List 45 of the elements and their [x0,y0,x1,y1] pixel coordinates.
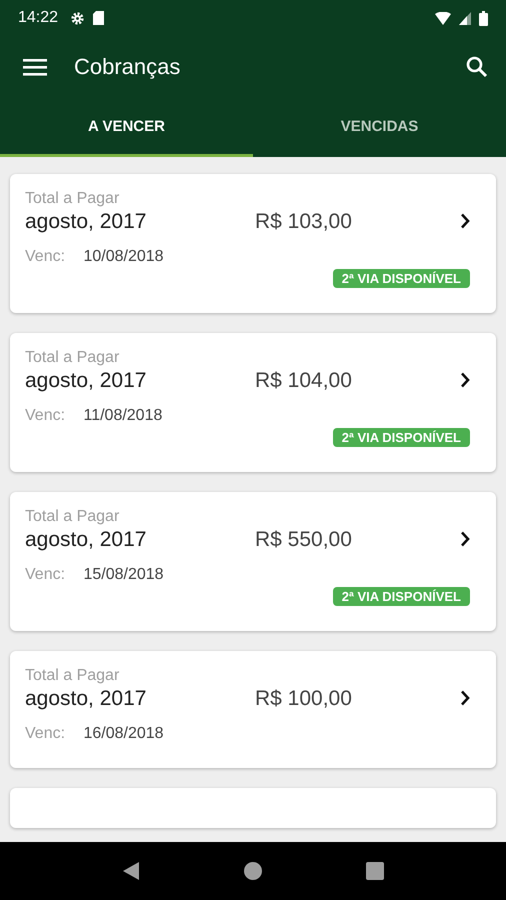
bill-card[interactable]: Total a Pagar agosto, 2017 R$ 100,00 Venc: 16/08/2018 [10,651,496,768]
chevron-right-icon [460,213,470,229]
due-date: 15/08/2018 [83,566,164,583]
chevron-right-icon [460,690,470,706]
bill-card[interactable]: Total a Pagar agosto, 2017 R$ 103,00 Venc: 10/08/2018 2ª VIA DISPONÍVEL [10,174,496,313]
gear-icon [70,10,86,26]
amount-text: R$ 103,00 [255,210,352,234]
amount-text: R$ 104,00 [255,369,352,393]
back-icon[interactable] [121,861,141,881]
search-icon[interactable] [466,56,488,78]
recents-icon[interactable] [365,861,385,881]
signal-icon [459,12,471,24]
due-label: Venc: [25,248,66,265]
due-label: Venc: [25,725,66,742]
bill-card[interactable]: Total a Pagar agosto, 2017 R$ 104,00 Venc: 11/08/2018 2ª VIA DISPONÍVEL [10,333,496,472]
home-icon[interactable] [243,861,263,881]
amount-text: R$ 100,00 [255,687,352,711]
total-label: Total a Pagar [25,190,120,208]
status-badge: 2ª VIA DISPONÍVEL [332,587,470,606]
total-label: Total a Pagar [25,349,120,367]
period-text: agosto, 2017 [25,369,148,393]
total-label: Total a Pagar [25,667,120,685]
total-label: Total a Pagar [25,508,120,526]
chevron-right-icon [460,531,470,547]
due-label: Venc: [25,407,66,424]
bill-card[interactable]: Total a Pagar agosto, 2017 R$ 550,00 Venc: 15/08/2018 2ª VIA DISPONÍVEL [10,492,496,631]
screen-title: Cobranças [74,54,180,80]
chevron-right-icon [460,372,470,388]
due-date: 11/08/2018 [83,407,162,424]
status-badge: 2ª VIA DISPONÍVEL [332,428,470,447]
amount-text: R$ 550,00 [255,528,352,552]
battery-icon [479,10,488,26]
tab[interactable]: VENCIDAS [253,98,506,157]
due-label: Venc: [25,566,66,583]
period-text: agosto, 2017 [25,687,148,711]
due-date: 16/08/2018 [83,725,164,742]
status-badge: 2ª VIA DISPONÍVEL [332,269,470,288]
period-text: agosto, 2017 [25,210,148,234]
menu-icon[interactable] [23,58,47,76]
period-text: agosto, 2017 [25,528,148,552]
tab[interactable]: A VENCER [0,98,253,157]
sd-card-icon [93,11,104,25]
wifi-icon [435,12,451,24]
due-date: 10/08/2018 [83,248,164,265]
status-time: 14:22 [18,9,58,27]
